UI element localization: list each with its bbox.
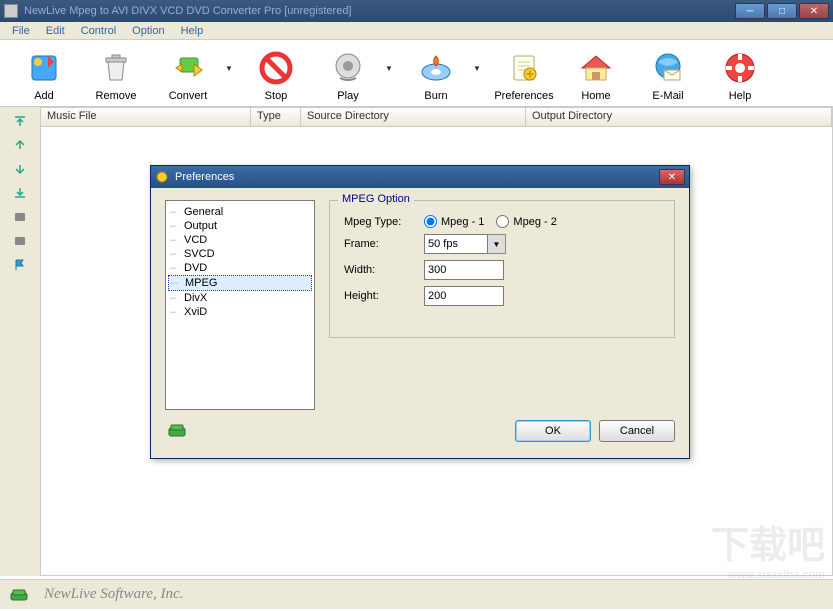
toolbar-burn-dropdown[interactable]: ▼ (472, 48, 482, 88)
radio-mpeg1[interactable]: Mpeg - 1 (424, 215, 484, 228)
dialog-footer-icon (165, 418, 191, 444)
toolbar-convert-label: Convert (169, 90, 208, 102)
toolbar-play-label: Play (337, 90, 358, 102)
cancel-button[interactable]: Cancel (599, 420, 675, 442)
toolbar-convert-dropdown[interactable]: ▼ (224, 48, 234, 88)
radio-mpeg1-label: Mpeg - 1 (441, 216, 484, 228)
toolbar-convert[interactable]: Convert (152, 48, 224, 102)
toolbar-add-label: Add (34, 90, 54, 102)
column-source-directory[interactable]: Source Directory (301, 108, 526, 126)
toolbar-help[interactable]: Help (704, 48, 776, 102)
flag-icon[interactable] (10, 255, 30, 275)
toolbar-add[interactable]: Add (8, 48, 80, 102)
width-label: Width: (344, 264, 424, 276)
toolbar-burn[interactable]: Burn (400, 48, 472, 102)
preferences-dialog: Preferences ✕ GeneralOutputVCDSVCDDVDMPE… (150, 165, 690, 459)
toolbar-preferences[interactable]: Preferences (488, 48, 560, 102)
toolbar-email[interactable]: E-Mail (632, 48, 704, 102)
menu-file[interactable]: File (4, 23, 38, 39)
email-icon (648, 48, 688, 88)
toolbar-help-label: Help (729, 90, 752, 102)
add-icon (24, 48, 64, 88)
menu-edit[interactable]: Edit (38, 23, 73, 39)
toolbar-home[interactable]: Home (560, 48, 632, 102)
move-down-icon[interactable] (10, 159, 30, 179)
burn-icon (416, 48, 456, 88)
preferences-tree[interactable]: GeneralOutputVCDSVCDDVDMPEGDivXXviD (165, 200, 315, 410)
toolbar-home-label: Home (581, 90, 610, 102)
toolbar-play[interactable]: Play (312, 48, 384, 102)
mpeg-type-label: Mpeg Type: (344, 216, 424, 228)
play-icon (328, 48, 368, 88)
move-top-icon[interactable] (10, 111, 30, 131)
toolbar-play-dropdown[interactable]: ▼ (384, 48, 394, 88)
status-bar: NewLive Software, Inc. (0, 579, 833, 609)
tree-item-xvid[interactable]: XviD (168, 305, 312, 319)
move-up-icon[interactable] (10, 135, 30, 155)
left-sidebar (0, 107, 40, 576)
height-label: Height: (344, 290, 424, 302)
dialog-close-button[interactable]: ✕ (659, 169, 685, 185)
ok-button[interactable]: OK (515, 420, 591, 442)
toolbar-email-label: E-Mail (652, 90, 683, 102)
tree-item-mpeg[interactable]: MPEG (168, 275, 312, 291)
move-bottom-icon[interactable] (10, 183, 30, 203)
panel-legend: MPEG Option (338, 193, 414, 205)
tree-item-general[interactable]: General (168, 205, 312, 219)
dialog-title: Preferences (175, 171, 659, 183)
height-input[interactable] (424, 286, 504, 306)
footer-text: NewLive Software, Inc. (44, 586, 183, 603)
tree-item-vcd[interactable]: VCD (168, 233, 312, 247)
list-header: Music File Type Source Directory Output … (40, 107, 833, 127)
preferences-icon (504, 48, 544, 88)
tree-item-dvd[interactable]: DVD (168, 261, 312, 275)
toolbar-preferences-label: Preferences (494, 90, 553, 102)
tree-item-output[interactable]: Output (168, 219, 312, 233)
menu-option[interactable]: Option (124, 23, 172, 39)
footer-logo-icon (8, 584, 30, 606)
menu-control[interactable]: Control (73, 23, 124, 39)
toolbar: Add Remove Convert ▼ Stop Play ▼ Burn ▼ Preferenc… (0, 40, 833, 107)
tree-item-svcd[interactable]: SVCD (168, 247, 312, 261)
stop-icon (256, 48, 296, 88)
toolbar-remove[interactable]: Remove (80, 48, 152, 102)
frame-input[interactable] (424, 234, 488, 254)
mpeg-option-panel: MPEG Option Mpeg Type: Mpeg - 1 Mpeg - 2… (329, 200, 675, 338)
column-output-directory[interactable]: Output Directory (526, 108, 832, 126)
close-button[interactable]: ✕ (799, 3, 829, 19)
width-input[interactable] (424, 260, 504, 280)
strip-button-b[interactable] (10, 231, 30, 251)
toolbar-stop[interactable]: Stop (240, 48, 312, 102)
column-music-file[interactable]: Music File (41, 108, 251, 126)
strip-button-a[interactable] (10, 207, 30, 227)
column-type[interactable]: Type (251, 108, 301, 126)
minimize-button[interactable]: ─ (735, 3, 765, 19)
menubar: FileEditControlOptionHelp (0, 22, 833, 40)
frame-label: Frame: (344, 238, 424, 250)
home-icon (576, 48, 616, 88)
radio-mpeg2-label: Mpeg - 2 (513, 216, 556, 228)
toolbar-stop-label: Stop (265, 90, 288, 102)
dialog-icon (155, 170, 169, 184)
convert-icon (168, 48, 208, 88)
toolbar-burn-label: Burn (424, 90, 447, 102)
frame-dropdown-button[interactable]: ▼ (488, 234, 506, 254)
radio-mpeg2[interactable]: Mpeg - 2 (496, 215, 556, 228)
tree-item-divx[interactable]: DivX (168, 291, 312, 305)
app-icon (4, 4, 18, 18)
menu-help[interactable]: Help (173, 23, 212, 39)
window-title: NewLive Mpeg to AVI DIVX VCD DVD Convert… (24, 5, 735, 17)
remove-icon (96, 48, 136, 88)
toolbar-remove-label: Remove (96, 90, 137, 102)
window-titlebar: NewLive Mpeg to AVI DIVX VCD DVD Convert… (0, 0, 833, 22)
dialog-titlebar: Preferences ✕ (151, 166, 689, 188)
maximize-button[interactable]: □ (767, 3, 797, 19)
help-icon (720, 48, 760, 88)
